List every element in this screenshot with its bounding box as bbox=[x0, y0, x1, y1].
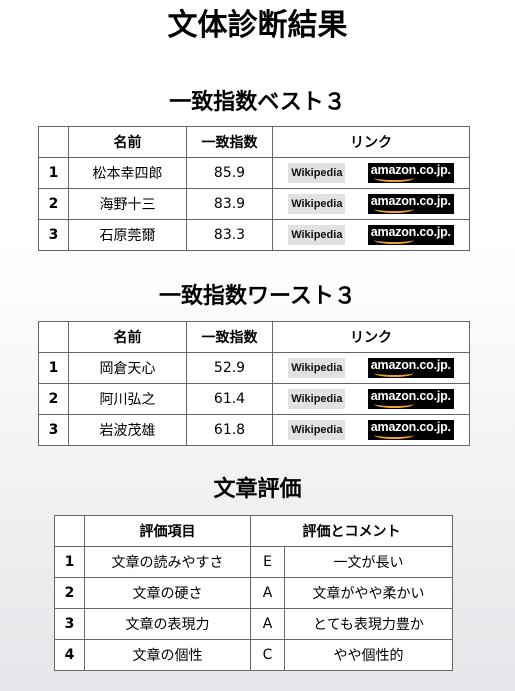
index-header: 一致指数 bbox=[186, 321, 273, 353]
page-title: 文体診断結果 bbox=[167, 8, 348, 43]
grade-cell: C bbox=[250, 639, 285, 671]
table-row: 2 海野十三 83.9 Wikipedia amazon.co.jp. bbox=[38, 188, 470, 220]
index-cell: 83.3 bbox=[186, 219, 273, 251]
table-row: 1 文章の読みやすさ E 一文が長い bbox=[54, 546, 453, 578]
worst-header-row: 名前 一致指数 リンク bbox=[38, 321, 470, 353]
amazon-link[interactable]: amazon.co.jp. bbox=[367, 225, 454, 245]
amazon-smile-icon bbox=[373, 174, 414, 182]
amazon-smile-icon bbox=[373, 400, 414, 408]
links-cell: Wikipedia amazon.co.jp. bbox=[272, 414, 470, 446]
amazon-smile-icon bbox=[373, 236, 414, 244]
name-cell: 岡倉天心 bbox=[68, 352, 187, 384]
wikipedia-link[interactable]: Wikipedia bbox=[288, 194, 346, 214]
item-header: 評価項目 bbox=[84, 515, 251, 547]
best-section-title: 一致指数ベスト３ bbox=[169, 90, 346, 115]
links-cell: Wikipedia amazon.co.jp. bbox=[272, 188, 470, 220]
table-row: 3 石原莞爾 83.3 Wikipedia amazon.co.jp. bbox=[38, 219, 470, 251]
wikipedia-link[interactable]: Wikipedia bbox=[288, 420, 346, 440]
amazon-link[interactable]: amazon.co.jp. bbox=[367, 194, 454, 214]
name-header: 名前 bbox=[68, 321, 187, 353]
rank-cell: 3 bbox=[54, 608, 85, 640]
comment-cell: とても表現力豊か bbox=[284, 608, 453, 640]
comment-cell: 文章がやや柔かい bbox=[284, 577, 453, 609]
amazon-link[interactable]: amazon.co.jp. bbox=[367, 358, 454, 378]
table-row: 1 松本幸四郎 85.9 Wikipedia amazon.co.jp. bbox=[38, 157, 470, 189]
worst-table: 名前 一致指数 リンク 1 岡倉天心 52.9 Wikipedia amazon… bbox=[38, 321, 470, 446]
rank-cell: 1 bbox=[38, 352, 69, 384]
rank-cell: 2 bbox=[38, 383, 69, 415]
index-cell: 85.9 bbox=[186, 157, 273, 189]
amazon-smile-icon bbox=[373, 205, 414, 213]
grade-cell: E bbox=[250, 546, 285, 578]
name-cell: 海野十三 bbox=[68, 188, 187, 220]
rank-cell: 4 bbox=[54, 639, 85, 671]
name-cell: 岩波茂雄 bbox=[68, 414, 187, 446]
rank-cell: 3 bbox=[38, 414, 69, 446]
rank-cell: 2 bbox=[54, 577, 85, 609]
best-header-row: 名前 一致指数 リンク bbox=[38, 126, 470, 158]
amazon-smile-icon bbox=[373, 369, 414, 377]
table-row: 1 岡倉天心 52.9 Wikipedia amazon.co.jp. bbox=[38, 352, 470, 384]
index-header: 一致指数 bbox=[186, 126, 273, 158]
grade-cell: A bbox=[250, 608, 285, 640]
table-row: 4 文章の個性 C やや個性的 bbox=[54, 639, 453, 671]
amazon-smile-icon bbox=[373, 431, 414, 439]
rank-header bbox=[54, 515, 85, 547]
name-cell: 松本幸四郎 bbox=[68, 157, 187, 189]
item-cell: 文章の個性 bbox=[84, 639, 251, 671]
page: 文体診断結果 一致指数ベスト３ 名前 一致指数 リンク 1 松本幸四郎 85.9… bbox=[0, 0, 515, 691]
wikipedia-link[interactable]: Wikipedia bbox=[288, 358, 346, 378]
item-cell: 文章の読みやすさ bbox=[84, 546, 251, 578]
table-row: 2 阿川弘之 61.4 Wikipedia amazon.co.jp. bbox=[38, 383, 470, 415]
item-cell: 文章の表現力 bbox=[84, 608, 251, 640]
index-cell: 83.9 bbox=[186, 188, 273, 220]
table-row: 3 文章の表現力 A とても表現力豊か bbox=[54, 608, 453, 640]
amazon-link[interactable]: amazon.co.jp. bbox=[367, 389, 454, 409]
wikipedia-link[interactable]: Wikipedia bbox=[288, 225, 346, 245]
item-cell: 文章の硬さ bbox=[84, 577, 251, 609]
amazon-link[interactable]: amazon.co.jp. bbox=[367, 420, 454, 440]
wikipedia-link[interactable]: Wikipedia bbox=[288, 163, 346, 183]
result-header: 評価とコメント bbox=[250, 515, 453, 547]
rank-header bbox=[38, 126, 69, 158]
rank-cell: 1 bbox=[38, 157, 69, 189]
rank-cell: 2 bbox=[38, 188, 69, 220]
evaluation-section-title: 文章評価 bbox=[213, 477, 302, 502]
name-header: 名前 bbox=[68, 126, 187, 158]
links-cell: Wikipedia amazon.co.jp. bbox=[272, 219, 470, 251]
index-cell: 61.8 bbox=[186, 414, 273, 446]
table-row: 3 岩波茂雄 61.8 Wikipedia amazon.co.jp. bbox=[38, 414, 470, 446]
index-cell: 52.9 bbox=[186, 352, 273, 384]
comment-cell: やや個性的 bbox=[284, 639, 453, 671]
wikipedia-link[interactable]: Wikipedia bbox=[288, 389, 346, 409]
evaluation-header-row: 評価項目 評価とコメント bbox=[54, 515, 453, 547]
best-table: 名前 一致指数 リンク 1 松本幸四郎 85.9 Wikipedia amazo… bbox=[38, 126, 470, 251]
name-cell: 石原莞爾 bbox=[68, 219, 187, 251]
index-cell: 61.4 bbox=[186, 383, 273, 415]
evaluation-table: 評価項目 評価とコメント 1 文章の読みやすさ E 一文が長い 2 文章の硬さ … bbox=[54, 515, 453, 671]
grade-cell: A bbox=[250, 577, 285, 609]
rank-cell: 3 bbox=[38, 219, 69, 251]
rank-cell: 1 bbox=[54, 546, 85, 578]
links-cell: Wikipedia amazon.co.jp. bbox=[272, 352, 470, 384]
name-cell: 阿川弘之 bbox=[68, 383, 187, 415]
amazon-link[interactable]: amazon.co.jp. bbox=[367, 163, 454, 183]
links-header: リンク bbox=[272, 126, 470, 158]
table-row: 2 文章の硬さ A 文章がやや柔かい bbox=[54, 577, 453, 609]
rank-header bbox=[38, 321, 69, 353]
links-cell: Wikipedia amazon.co.jp. bbox=[272, 383, 470, 415]
comment-cell: 一文が長い bbox=[284, 546, 453, 578]
links-cell: Wikipedia amazon.co.jp. bbox=[272, 157, 470, 189]
links-header: リンク bbox=[272, 321, 470, 353]
worst-section-title: 一致指数ワースト３ bbox=[159, 284, 356, 309]
